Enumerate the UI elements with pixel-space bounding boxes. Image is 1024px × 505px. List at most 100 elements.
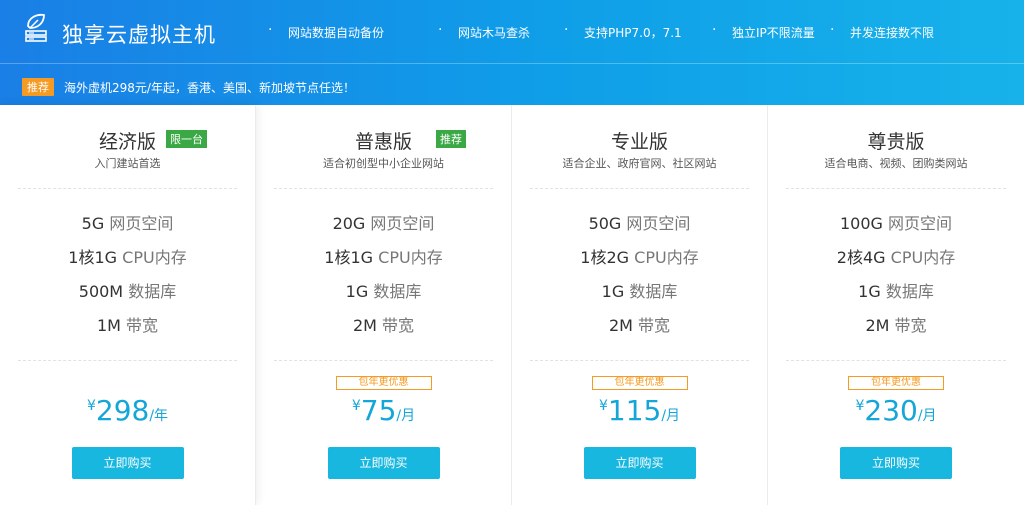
spec-unit: 数据库 [629, 282, 678, 301]
leaf-server-logo-icon [25, 13, 47, 42]
spec-item: 1核1G CPU内存 [0, 244, 255, 278]
plan-subtitle: 入门建站首选 [94, 157, 161, 170]
plan-title-row: 尊贵版 [768, 127, 1024, 154]
plan-name: 经济版 [98, 131, 156, 153]
promo-text[interactable]: 海外虚机298元/年起，香港、美国、新加坡节点任选！ [64, 79, 355, 96]
spec-item: 1G 数据库 [256, 278, 511, 312]
feature-item: 网站数据自动备份 [268, 22, 438, 41]
spec-item: 5G 网页空间 [0, 210, 255, 244]
feature-item: 独立IP不限流量 [712, 22, 830, 41]
plan-price: ¥115/月 [512, 394, 767, 427]
promo-bar: 推荐 海外虚机298元/年起，香港、美国、新加坡节点任选！ [22, 78, 355, 96]
plan-subtitle: 适合企业、政府官网、社区网站 [562, 157, 717, 170]
price-period: /月 [396, 408, 416, 424]
spec-value: 2M [865, 316, 890, 335]
spec-unit: 网页空间 [370, 214, 435, 233]
spec-value: 50G [588, 214, 622, 233]
spec-item: 2M 带宽 [256, 312, 511, 346]
plan-badge: 限一台 [166, 130, 207, 148]
price-currency: ¥ [598, 398, 608, 414]
plan-card-premium: 尊贵版 适合电商、视频、团购类网站 100G 网页空间 2核4G CPU内存 1… [768, 105, 1024, 505]
spec-item: 50G 网页空间 [512, 210, 767, 244]
plan-cards: 经济版 限一台 入门建站首选 5G 网页空间 1核1G CPU内存 500M 数… [0, 105, 1024, 505]
buy-now-button[interactable]: 立即购买 [71, 447, 184, 479]
dashed-divider [530, 188, 749, 189]
header: 独享云虚拟主机 网站数据自动备份 网站木马查杀 支持PHP7.0，7.1 独立I… [0, 0, 1024, 105]
header-divider [0, 63, 1024, 64]
spec-value: 1G [858, 282, 881, 301]
plan-card-economy: 经济版 限一台 入门建站首选 5G 网页空间 1核1G CPU内存 500M 数… [0, 105, 256, 505]
plan-name: 普惠版 [354, 131, 412, 153]
plan-price: ¥298/年 [0, 394, 255, 427]
spec-value: 1核1G [324, 248, 374, 267]
spec-unit: 网页空间 [888, 214, 953, 233]
spec-item: 2M 带宽 [512, 312, 767, 346]
spec-unit: CPU内存 [890, 248, 956, 267]
spec-item: 1G 数据库 [768, 278, 1024, 312]
feature-item: 支持PHP7.0，7.1 [564, 22, 712, 41]
spec-item: 500M 数据库 [0, 278, 255, 312]
spec-item: 1核1G CPU内存 [256, 244, 511, 278]
spec-unit: 带宽 [382, 316, 415, 335]
plan-subtitle: 适合初创型中小企业网站 [323, 157, 444, 170]
spec-unit: CPU内存 [634, 248, 699, 267]
buy-now-button[interactable]: 立即购买 [327, 447, 440, 479]
price-period: /月 [661, 408, 681, 424]
feature-item: 并发连接数不限 [830, 22, 950, 41]
spec-unit: 数据库 [128, 282, 177, 301]
spec-item: 20G 网页空间 [256, 210, 511, 244]
plan-specs: 100G 网页空间 2核4G CPU内存 1G 数据库 2M 带宽 [768, 210, 1024, 346]
plan-name: 尊贵版 [867, 131, 925, 153]
spec-item: 1M 带宽 [0, 312, 255, 346]
spec-value: 20G [332, 214, 366, 233]
buy-now-button[interactable]: 立即购买 [583, 447, 696, 479]
spec-unit: 带宽 [638, 316, 671, 335]
annual-discount-tag: 包年更优惠 [848, 376, 944, 390]
plan-card-standard: 普惠版 推荐 适合初创型中小企业网站 20G 网页空间 1核1G CPU内存 1… [256, 105, 512, 505]
dashed-divider [786, 188, 1006, 189]
spec-unit: 带宽 [126, 316, 159, 335]
spec-value: 2核4G [836, 248, 886, 267]
feature-list: 网站数据自动备份 网站木马查杀 支持PHP7.0，7.1 独立IP不限流量 并发… [268, 22, 950, 41]
spec-item: 100G 网页空间 [768, 210, 1024, 244]
price-amount: 230 [864, 394, 918, 427]
plan-specs: 5G 网页空间 1核1G CPU内存 500M 数据库 1M 带宽 [0, 210, 255, 346]
plan-card-professional: 专业版 适合企业、政府官网、社区网站 50G 网页空间 1核2G CPU内存 1… [512, 105, 768, 505]
dashed-divider [786, 360, 1006, 361]
spec-value: 1G [601, 282, 625, 301]
plan-specs: 50G 网页空间 1核2G CPU内存 1G 数据库 2M 带宽 [512, 210, 767, 346]
plan-subtitle: 适合电商、视频、团购类网站 [824, 157, 968, 170]
spec-value: 100G [839, 214, 883, 233]
spec-value: 1M [96, 316, 121, 335]
spec-unit: 带宽 [894, 316, 927, 335]
spec-item: 1核2G CPU内存 [512, 244, 767, 278]
spec-value: 1核1G [68, 248, 118, 267]
spec-item: 2M 带宽 [768, 312, 1024, 346]
price-currency: ¥ [351, 398, 361, 414]
spec-unit: 网页空间 [109, 214, 174, 233]
brand-name[interactable]: 独享云虚拟主机 [62, 19, 216, 49]
spec-unit: 数据库 [885, 282, 934, 301]
annual-discount-tag: 包年更优惠 [591, 376, 688, 390]
promo-tag: 推荐 [22, 78, 54, 96]
price-amount: 298 [95, 394, 150, 427]
spec-item: 1G 数据库 [512, 278, 767, 312]
dashed-divider [18, 360, 237, 361]
price-currency: ¥ [86, 398, 96, 414]
spec-value: 5G [81, 214, 105, 233]
buy-now-button[interactable]: 立即购买 [840, 447, 952, 479]
dashed-divider [274, 188, 493, 189]
plan-title-row: 专业版 [512, 127, 767, 154]
price-amount: 115 [607, 394, 662, 427]
spec-unit: 数据库 [373, 282, 422, 301]
plan-badge: 推荐 [436, 130, 466, 148]
feature-item: 网站木马查杀 [438, 22, 564, 41]
spec-value: 500M [78, 282, 124, 301]
plan-title-row: 经济版 [0, 127, 255, 154]
spec-value: 1G [345, 282, 369, 301]
dashed-divider [274, 360, 493, 361]
plan-name: 专业版 [610, 131, 668, 153]
spec-value: 2M [608, 316, 633, 335]
spec-unit: CPU内存 [122, 248, 187, 267]
price-period: /年 [149, 408, 169, 424]
